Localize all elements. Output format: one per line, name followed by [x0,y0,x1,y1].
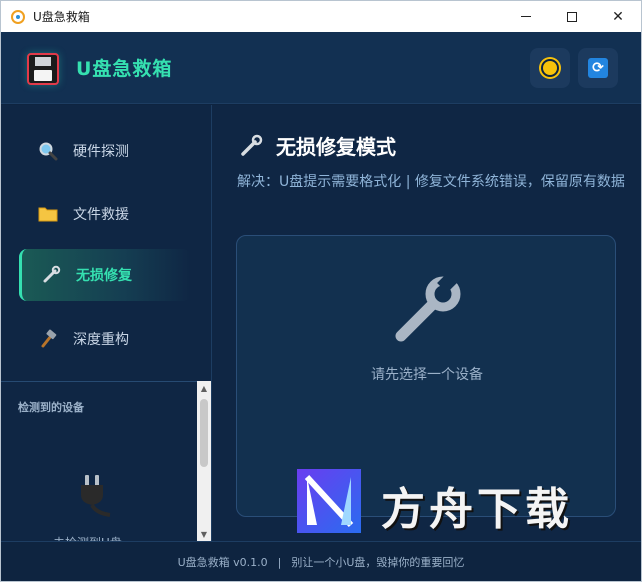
sidebar-item-label: 深度重构 [73,332,129,348]
scroll-up-icon[interactable]: ▲ [197,381,211,395]
sidebar-item-lossless-repair[interactable]: 无损修复 [19,249,191,301]
sidebar-item-label: 文件救援 [73,207,129,223]
sidebar: 硬件探测 文件救援 无损修复 深度重构 检测到的设备 ▲ ▼ [1,105,212,542]
scroll-down-icon[interactable]: ▼ [197,527,211,541]
page-title: 无损修复模式 [276,135,396,159]
hammer-icon [37,328,59,350]
plug-icon [81,475,111,517]
scroll-thumb[interactable] [200,399,208,467]
watermark-logo-icon [297,469,361,533]
devices-scrollbar[interactable]: ▲ ▼ [197,381,211,541]
maximize-icon [567,11,577,22]
sidebar-item-label: 无损修复 [76,268,132,284]
footer: U盘急救箱 v0.1.0 | 别让一个小U盘，毁掉你的重要回忆 [1,541,641,581]
app-icon [11,9,25,24]
footer-slogan: 别让一个小U盘，毁掉你的重要回忆 [291,556,465,569]
maximize-button[interactable] [549,1,595,32]
minimize-icon [521,16,531,17]
window-title: U盘急救箱 [33,10,90,24]
sun-icon [543,61,557,75]
refresh-icon: ⟳ [588,58,608,78]
sidebar-item-hardware-detect[interactable]: 硬件探测 [19,125,191,177]
wrench-icon [395,273,461,342]
empty-state-text: 请先选择一个设备 [371,367,483,383]
app-header: U盘急救箱 ⟳ [1,32,641,104]
refresh-button[interactable]: ⟳ [578,48,618,88]
page-description: 解决：U盘提示需要格式化 | 修复文件系统错误，保留原有数据 [237,174,625,190]
page-header: 无损修复模式 [238,131,396,160]
floppy-disk-icon [27,53,59,85]
folder-icon [37,203,59,225]
footer-separator: | [277,555,282,569]
app-window: U盘急救箱 ✕ U盘急救箱 ⟳ 硬件探测 文件救援 无损修复 深度重构 检测到的… [0,0,642,582]
theme-toggle-button[interactable] [530,48,570,88]
sidebar-item-file-rescue[interactable]: 文件救援 [19,188,191,240]
magnifier-icon [37,140,59,162]
title-bar: U盘急救箱 ✕ [1,1,641,32]
divider [1,381,211,382]
minimize-button[interactable] [503,1,549,32]
close-button[interactable]: ✕ [595,1,641,32]
close-icon: ✕ [612,8,624,25]
sidebar-item-label: 硬件探测 [73,144,129,160]
devices-title: 检测到的设备 [18,401,84,414]
wrench-icon [40,264,62,286]
watermark-text: 方舟下载 [381,484,573,535]
footer-version: U盘急救箱 v0.1.0 [177,556,268,569]
brand-title: U盘急救箱 [76,58,173,80]
wrench-icon [238,133,264,159]
sidebar-item-deep-rebuild[interactable]: 深度重构 [19,313,191,365]
watermark: 方舟下载 [297,469,597,539]
